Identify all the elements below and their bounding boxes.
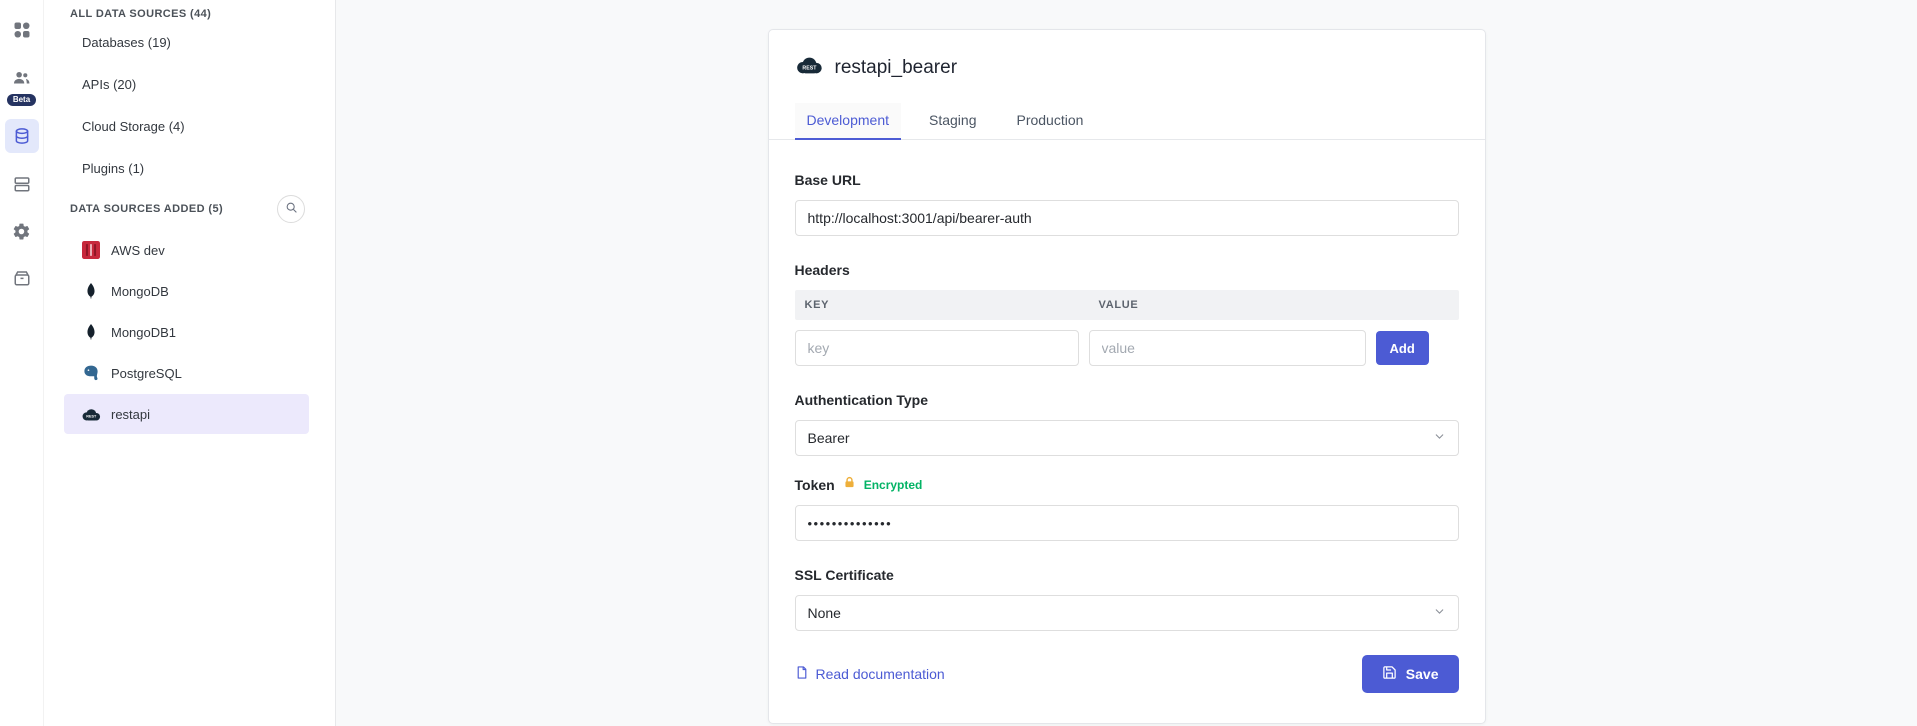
ssl-certificate-select[interactable]: None — [795, 595, 1459, 631]
datasource-title: restapi_bearer — [835, 57, 958, 79]
token-group: Token Encrypted — [795, 476, 1459, 541]
base-url-input[interactable] — [795, 200, 1459, 236]
encrypted-badge: Encrypted — [864, 478, 923, 492]
added-sources-list: AWS dev MongoDB MongoDB1 PostgreSQL REST… — [44, 230, 335, 434]
header-key-value-row: Add — [795, 330, 1459, 366]
key-column-header: KEY — [795, 299, 1089, 311]
token-label: Token — [795, 477, 835, 493]
add-header-button[interactable]: Add — [1376, 331, 1429, 365]
auth-type-group: Authentication Type Bearer — [795, 392, 1459, 456]
datasource-item-label: MongoDB — [111, 284, 169, 299]
save-button[interactable]: Save — [1362, 655, 1459, 693]
beta-badge: Beta — [7, 94, 36, 106]
restapi-cloud-icon: REST — [795, 56, 823, 79]
tab-staging[interactable]: Staging — [917, 103, 988, 139]
auth-type-label: Authentication Type — [795, 392, 1459, 408]
token-input[interactable] — [795, 505, 1459, 541]
base-url-group: Base URL — [795, 172, 1459, 236]
header-key-input[interactable] — [795, 330, 1079, 366]
header-value-input[interactable] — [1089, 330, 1366, 366]
section-title-data-sources-added: DATA SOURCES ADDED (5) — [70, 203, 223, 216]
sidebar-item-databases[interactable]: Databases (19) — [44, 21, 335, 63]
ssl-certificate-label: SSL Certificate — [795, 567, 1459, 583]
section-title-all-data-sources: ALL DATA SOURCES (44) — [44, 8, 335, 21]
datasource-form: Base URL Headers KEY VALUE Add Authentic… — [769, 140, 1485, 631]
libraries-icon[interactable] — [6, 262, 38, 294]
ssl-group: SSL Certificate None — [795, 567, 1459, 631]
token-label-row: Token Encrypted — [795, 476, 1459, 494]
tab-production[interactable]: Production — [1004, 103, 1095, 139]
card-header: REST restapi_bearer — [769, 30, 1485, 79]
apps-grid-icon[interactable] — [6, 14, 38, 46]
left-rail: Beta — [0, 0, 44, 726]
datasource-item-mongodb1[interactable]: MongoDB1 — [64, 312, 309, 352]
added-sources-header: DATA SOURCES ADDED (5) — [44, 189, 335, 229]
tab-development[interactable]: Development — [795, 103, 902, 139]
chevron-down-icon — [1433, 430, 1446, 446]
search-icon — [285, 201, 298, 217]
restapi-icon: REST — [81, 404, 101, 424]
read-documentation-link[interactable]: Read documentation — [795, 665, 945, 683]
settings-gear-icon[interactable] — [6, 215, 38, 247]
users-icon[interactable] — [6, 61, 38, 93]
base-url-label: Base URL — [795, 172, 1459, 188]
sidebar-item-cloud-storage[interactable]: Cloud Storage (4) — [44, 105, 335, 147]
value-column-header: VALUE — [1089, 299, 1139, 311]
all-data-sources-list: Databases (19) APIs (20) Cloud Storage (… — [44, 21, 335, 189]
card-footer: Read documentation Save — [769, 655, 1485, 723]
chevron-down-icon — [1433, 605, 1446, 621]
datasources-sidebar: ALL DATA SOURCES (44) Databases (19) API… — [44, 0, 336, 726]
mongodb-icon — [81, 322, 101, 342]
save-button-label: Save — [1406, 666, 1439, 682]
datasource-item-aws-dev[interactable]: AWS dev — [64, 230, 309, 270]
users-rail-section: Beta — [6, 61, 38, 106]
headers-table-header: KEY VALUE — [795, 290, 1459, 320]
main-content: REST restapi_bearer Development Staging … — [336, 0, 1917, 726]
datasource-item-label: MongoDB1 — [111, 325, 176, 340]
datasource-item-restapi[interactable]: REST restapi — [64, 394, 309, 434]
datasources-icon[interactable] — [5, 119, 39, 153]
queries-icon[interactable] — [6, 168, 38, 200]
datasource-item-label: PostgreSQL — [111, 366, 182, 381]
datasource-item-label: restapi — [111, 407, 150, 422]
auth-type-select[interactable]: Bearer — [795, 420, 1459, 456]
datasource-item-postgresql[interactable]: PostgreSQL — [64, 353, 309, 393]
sidebar-item-apis[interactable]: APIs (20) — [44, 63, 335, 105]
save-icon — [1382, 665, 1397, 683]
datasource-item-mongodb[interactable]: MongoDB — [64, 271, 309, 311]
mongodb-icon — [81, 281, 101, 301]
search-button[interactable] — [277, 195, 305, 223]
headers-label: Headers — [795, 262, 1459, 278]
datasource-item-label: AWS dev — [111, 243, 165, 258]
lock-icon — [843, 476, 856, 494]
document-icon — [795, 665, 809, 683]
read-documentation-label: Read documentation — [816, 666, 945, 682]
postgresql-icon — [81, 363, 101, 383]
datasource-config-card: REST restapi_bearer Development Staging … — [768, 29, 1486, 724]
ssl-certificate-value: None — [808, 605, 841, 621]
svg-text:REST: REST — [86, 414, 97, 418]
headers-group: Headers KEY VALUE Add — [795, 262, 1459, 366]
auth-type-value: Bearer — [808, 430, 850, 446]
aws-icon — [81, 240, 101, 260]
environment-tabs: Development Staging Production — [769, 103, 1485, 140]
svg-text:REST: REST — [802, 65, 817, 71]
sidebar-item-plugins[interactable]: Plugins (1) — [44, 147, 335, 189]
